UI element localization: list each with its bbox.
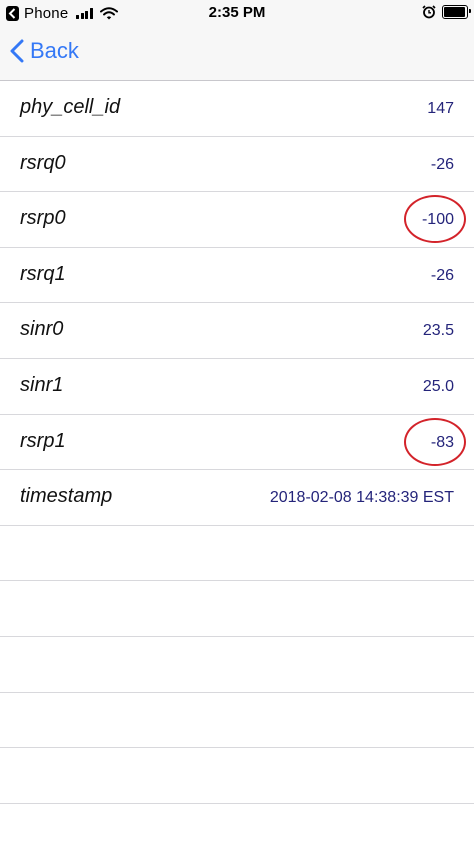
battery-icon: [442, 5, 471, 19]
row-value: 2018-02-08 14:38:39 EST: [269, 489, 454, 507]
row-label: rsrp0: [20, 207, 66, 230]
status-right: [422, 5, 471, 19]
table-row: timestamp 2018-02-08 14:38:39 EST: [0, 470, 474, 526]
row-label: sinr0: [20, 318, 64, 341]
empty-table-row: [0, 637, 474, 693]
empty-table-row: [0, 748, 474, 804]
row-label: rsrq1: [20, 262, 66, 285]
table-row: rsrp0 -100: [0, 192, 474, 248]
row-label: rsrp1: [20, 429, 66, 452]
back-button-label[interactable]: Back: [30, 38, 79, 64]
table-row: rsrq1 -26: [0, 248, 474, 304]
table-row: sinr1 25.0: [0, 359, 474, 415]
row-value: -83: [430, 433, 454, 451]
row-value: 25.0: [422, 377, 454, 395]
empty-table-row: [0, 526, 474, 582]
table-row: rsrq0 -26: [0, 137, 474, 193]
back-button[interactable]: Back: [10, 38, 79, 64]
empty-table-row: [0, 693, 474, 749]
row-value: -26: [430, 266, 454, 284]
table-row: phy_cell_id 147: [0, 81, 474, 137]
chevron-left-icon: [10, 39, 24, 63]
row-value: -100: [421, 211, 454, 229]
row-label: phy_cell_id: [20, 96, 121, 118]
row-value: 147: [427, 100, 454, 117]
table-row: sinr0 23.5: [0, 303, 474, 359]
row-label: rsrq0: [20, 151, 66, 174]
alarm-clock-icon: [422, 5, 436, 19]
status-bar: Phone 2:35 PM: [0, 0, 474, 28]
table-row: rsrp1 -83: [0, 415, 474, 471]
empty-table-row: [0, 581, 474, 637]
status-time: 2:35 PM: [208, 4, 266, 21]
row-value: -26: [430, 155, 454, 173]
row-label: timestamp: [20, 485, 113, 508]
row-value: 23.5: [422, 322, 454, 340]
row-label: sinr1: [20, 373, 64, 396]
details-table: phy_cell_id 147 rsrq0 -26 rsrp0 -100 rsr…: [0, 81, 474, 804]
navigation-bar: Back: [0, 28, 474, 81]
